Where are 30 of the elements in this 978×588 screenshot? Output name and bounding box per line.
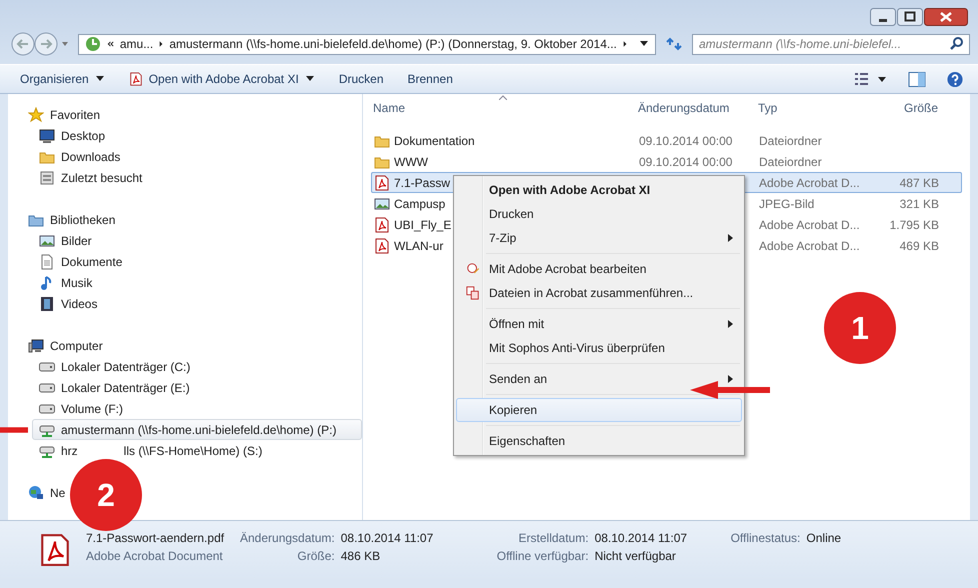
file-name: Dokumentation: [394, 134, 475, 148]
field-label: Größe:: [296, 549, 335, 563]
field-value: 486 KB: [340, 549, 382, 563]
file-type: Adobe Acrobat Document: [86, 549, 224, 563]
field-label: Offline verfügbar:: [496, 549, 589, 563]
field-value: Online: [806, 531, 842, 545]
field-value: 08.10.2014 11:07: [340, 531, 434, 545]
type-cell-text: Dateiordner: [759, 154, 823, 168]
size-cell-text: 321 KB: [898, 196, 939, 210]
field-label: Offlinestatus:: [730, 531, 800, 545]
field-label: Änderungsdatum:: [240, 531, 335, 545]
file-name: 7.1-Passw: [394, 176, 450, 190]
size-cell-text: 1.795 KB: [888, 218, 939, 232]
file-name: Campusp: [394, 196, 446, 210]
date-cell-text: 09.10.2014 00:00: [639, 134, 734, 148]
field-value: Nicht verfügbar: [594, 549, 677, 563]
type-cell-text: Dateiordner: [759, 134, 823, 148]
type-cell-text: Adobe Acrobat D...: [759, 218, 861, 232]
size-cell-text: 487 KB: [898, 176, 939, 190]
field-label: Erstelldatum:: [518, 531, 589, 545]
type-cell-text: JPEG-Bild: [759, 196, 816, 210]
file-name: 7.1-Passwort-aendern.pdf: [86, 531, 226, 545]
field-value: 08.10.2014 11:07: [594, 531, 688, 545]
file-name: UBI_Fly_E: [394, 218, 452, 232]
file-name: WLAN-ur: [394, 238, 444, 252]
type-cell-text: Adobe Acrobat D...: [759, 238, 861, 252]
file-name: WWW: [394, 154, 428, 168]
size-cell-text: 469 KB: [898, 238, 939, 252]
type-cell-text: Adobe Acrobat D...: [759, 176, 861, 190]
date-cell-text: 09.10.2014 00:00: [639, 154, 734, 168]
